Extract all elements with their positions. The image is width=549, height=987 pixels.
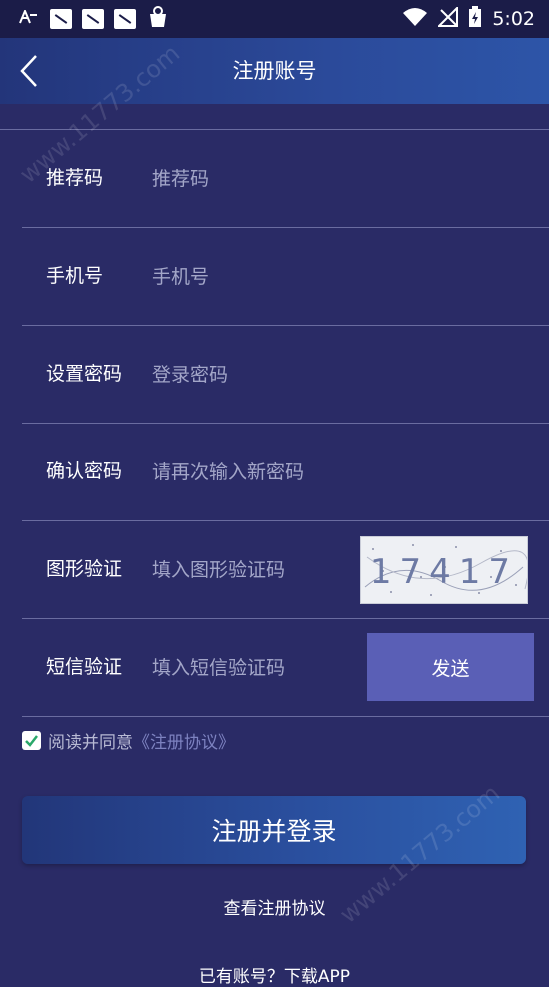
sms-row: 短信验证 发送	[22, 619, 549, 717]
password-label: 设置密码	[46, 363, 123, 385]
view-agreement-link[interactable]: 查看注册协议	[0, 894, 549, 919]
password-input[interactable]	[152, 356, 342, 394]
header-bar: 注册账号	[0, 38, 549, 104]
battery-charging-icon	[468, 6, 482, 32]
register-login-button[interactable]: 注册并登录	[22, 796, 526, 864]
referral-input[interactable]	[152, 160, 342, 198]
phone-label: 手机号	[46, 265, 104, 287]
agreement-checkbox[interactable]	[22, 730, 41, 750]
wifi-icon	[402, 7, 428, 31]
signal-off-icon	[436, 5, 459, 31]
bag-icon	[146, 5, 170, 33]
status-bar: 5:02	[0, 0, 549, 38]
a-icon	[18, 8, 40, 28]
sms-label: 短信验证	[46, 656, 123, 678]
checkmark-icon	[25, 734, 38, 747]
download-app-link[interactable]: 已有账号？下载APP	[0, 962, 549, 987]
captcha-label: 图形验证	[46, 558, 123, 580]
send-sms-button[interactable]: 发送	[367, 633, 534, 701]
captcha-row: 图形验证 17417	[22, 521, 549, 619]
agreement-row: 阅读并同意 《注册协议》	[22, 728, 235, 753]
status-time: 5:02	[492, 8, 535, 30]
confirm-password-label: 确认密码	[46, 460, 123, 482]
phone-input[interactable]	[152, 258, 342, 296]
captcha-image[interactable]: 17417	[360, 536, 529, 604]
password-row: 设置密码	[22, 326, 549, 424]
confirm-password-input[interactable]	[152, 453, 352, 491]
agreement-link[interactable]: 《注册协议》	[133, 728, 235, 753]
agreement-text: 阅读并同意	[48, 732, 133, 753]
image-icon	[114, 9, 136, 29]
page-title: 注册账号	[232, 59, 317, 83]
confirm-password-row: 确认密码	[22, 423, 549, 521]
referral-label: 推荐码	[46, 167, 104, 189]
sms-code-input[interactable]	[152, 649, 342, 687]
image-icon	[50, 9, 72, 29]
referral-row: 推荐码	[22, 130, 549, 228]
phone-row: 手机号	[22, 228, 549, 326]
captcha-text: 17417	[370, 552, 518, 592]
captcha-input[interactable]	[152, 551, 342, 589]
image-icon	[82, 9, 104, 29]
